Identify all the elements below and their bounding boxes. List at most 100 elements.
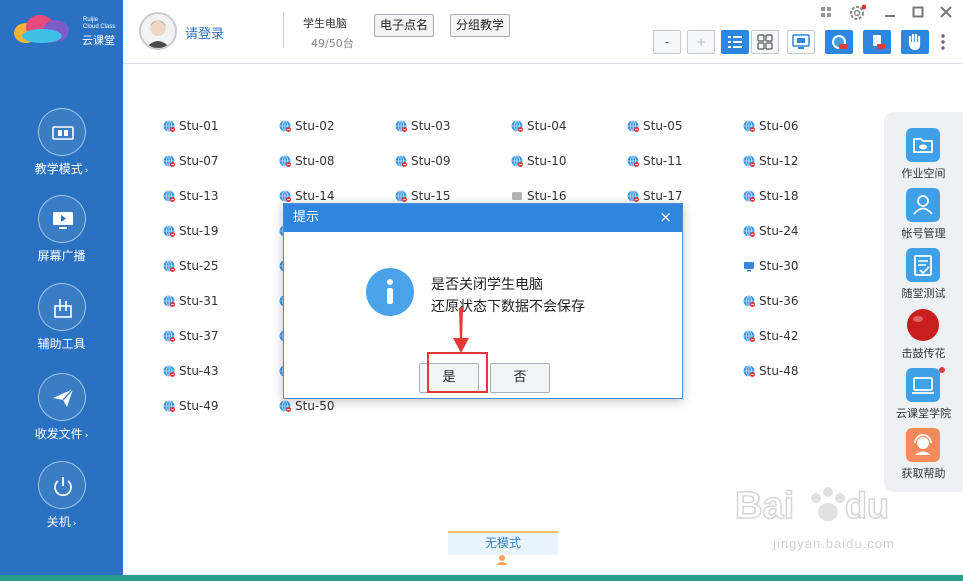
globe-blocked-icon <box>163 190 175 202</box>
globe-blocked-icon <box>163 155 175 167</box>
remote-screen-button[interactable] <box>787 30 815 54</box>
drum-game-button[interactable]: 击鼓传花 <box>884 308 963 368</box>
nav-tools[interactable]: 辅助工具 <box>0 283 123 369</box>
sidebar: RuijieCloud Class 云课堂 教学模式› 屏幕广播 辅助工具 <box>0 0 123 581</box>
network-block-button[interactable] <box>825 30 853 54</box>
rollcall-button[interactable]: 电子点名 <box>374 14 435 37</box>
right-panel-label: 作业空间 <box>901 167 946 180</box>
student-name: Stu-06 <box>759 119 799 133</box>
student-name: Stu-07 <box>179 154 219 168</box>
right-panel-label: 帐号管理 <box>901 227 946 240</box>
raise-hand-button[interactable] <box>901 30 929 54</box>
nav-power[interactable]: 关机 › <box>0 461 123 547</box>
nav-teaching-mode[interactable]: 教学模式 › <box>0 108 123 194</box>
usb-block-icon <box>873 35 885 49</box>
tools-icon <box>38 283 86 331</box>
annotation-highlight-box <box>427 352 488 393</box>
right-panel-label: 云课堂学院 <box>896 407 951 420</box>
nav-label: 收发文件 <box>34 427 83 441</box>
monitor-icon <box>744 262 754 272</box>
nav-screen-broadcast[interactable]: 屏幕广播 <box>0 195 123 281</box>
right-tool-panel: 作业空间 帐号管理 随堂测试 击鼓传花 云课堂学院 获取帮助 <box>884 112 963 492</box>
globe-block-icon <box>832 35 847 49</box>
group-teaching-button[interactable]: 分组教学 <box>450 14 511 37</box>
mini-mode-icon[interactable] <box>820 6 832 18</box>
student-pc-label: 学生电脑 <box>303 17 347 30</box>
globe-blocked-icon <box>163 260 175 272</box>
no-button[interactable]: 否 <box>490 363 550 393</box>
globe-blocked-icon <box>163 365 175 377</box>
globe-blocked-icon <box>279 400 291 412</box>
list-view-button[interactable] <box>721 30 749 54</box>
student-name: Stu-18 <box>759 189 799 203</box>
account-icon <box>906 188 940 222</box>
academy-icon <box>906 368 940 402</box>
globe-blocked-icon <box>743 190 755 202</box>
more-vertical-icon[interactable] <box>940 33 946 51</box>
globe-blocked-icon <box>279 120 291 132</box>
globe-blocked-icon <box>163 225 175 237</box>
login-link[interactable]: 请登录 <box>185 23 224 42</box>
student-pc-count: 49/50台 <box>311 37 354 50</box>
globe-blocked-icon <box>627 190 639 202</box>
globe-blocked-icon <box>743 155 755 167</box>
zoom-out-button[interactable]: - <box>653 30 681 54</box>
globe-blocked-icon <box>395 190 407 202</box>
account-manage-button[interactable]: 帐号管理 <box>884 188 963 248</box>
student-name: Stu-01 <box>179 119 219 133</box>
mode-tab[interactable]: 无模式 <box>448 531 558 565</box>
globe-blocked-icon <box>279 155 291 167</box>
globe-blocked-icon <box>627 120 639 132</box>
grid-view-button[interactable] <box>751 30 779 54</box>
student-name: Stu-42 <box>759 329 799 343</box>
offline-pc-icon <box>512 192 522 200</box>
chevron-right-icon: › <box>72 519 77 529</box>
student-name: Stu-09 <box>411 154 451 168</box>
student-name: Stu-02 <box>295 119 335 133</box>
send-file-icon <box>38 373 86 421</box>
student-name: Stu-48 <box>759 364 799 378</box>
svg-text:Bai: Bai <box>735 485 794 527</box>
chevron-right-icon: › <box>84 431 89 441</box>
homework-space-button[interactable]: 作业空间 <box>884 128 963 188</box>
zoom-in-button[interactable]: + <box>687 30 715 54</box>
student-name: Stu-03 <box>411 119 451 133</box>
student-name: Stu-14 <box>295 189 335 203</box>
watermark-url: jingyan.baidu.com <box>773 536 895 551</box>
app-window: RuijieCloud Class 云课堂 教学模式› 屏幕广播 辅助工具 <box>0 0 963 581</box>
student-name: Stu-36 <box>759 294 799 308</box>
student-name: Stu-08 <box>295 154 335 168</box>
list-view-icon <box>728 36 742 48</box>
usb-block-button[interactable] <box>863 30 891 54</box>
logo-brand: Ruijie Cloud Class <box>83 17 116 30</box>
monitor-icon <box>792 34 810 49</box>
maximize-icon[interactable] <box>912 6 924 18</box>
dialog-title: 提示 <box>293 210 320 225</box>
student-name: Stu-37 <box>179 329 219 343</box>
cloud-logo-icon <box>14 15 69 43</box>
globe-blocked-icon <box>163 330 175 342</box>
globe-blocked-icon <box>627 155 639 167</box>
logo-name: 云课堂 <box>82 34 115 47</box>
baidu-watermark: Bai du jingyan.baidu.com <box>733 476 963 556</box>
student-name: Stu-15 <box>411 189 451 203</box>
settings-gear-icon[interactable] <box>848 4 866 22</box>
nav-label: 辅助工具 <box>37 337 86 351</box>
taskbar-strip <box>0 575 963 581</box>
power-icon <box>38 461 86 509</box>
minimize-icon[interactable] <box>884 8 896 18</box>
student-name: Stu-10 <box>527 154 567 168</box>
student-name: Stu-25 <box>179 259 219 273</box>
nav-send-file[interactable]: 收发文件 › <box>0 373 123 459</box>
help-icon <box>906 428 940 462</box>
student-name: Stu-04 <box>527 119 567 133</box>
dialog-close-button[interactable]: × <box>659 204 672 231</box>
academy-button[interactable]: 云课堂学院 <box>884 367 963 428</box>
avatar[interactable] <box>139 12 177 50</box>
screen-broadcast-icon <box>38 195 86 243</box>
header-divider <box>283 12 284 48</box>
student-name: Stu-13 <box>179 189 219 203</box>
nav-label: 屏幕广播 <box>37 249 86 263</box>
quiz-button[interactable]: 随堂测试 <box>884 248 963 308</box>
close-icon[interactable] <box>940 6 952 18</box>
